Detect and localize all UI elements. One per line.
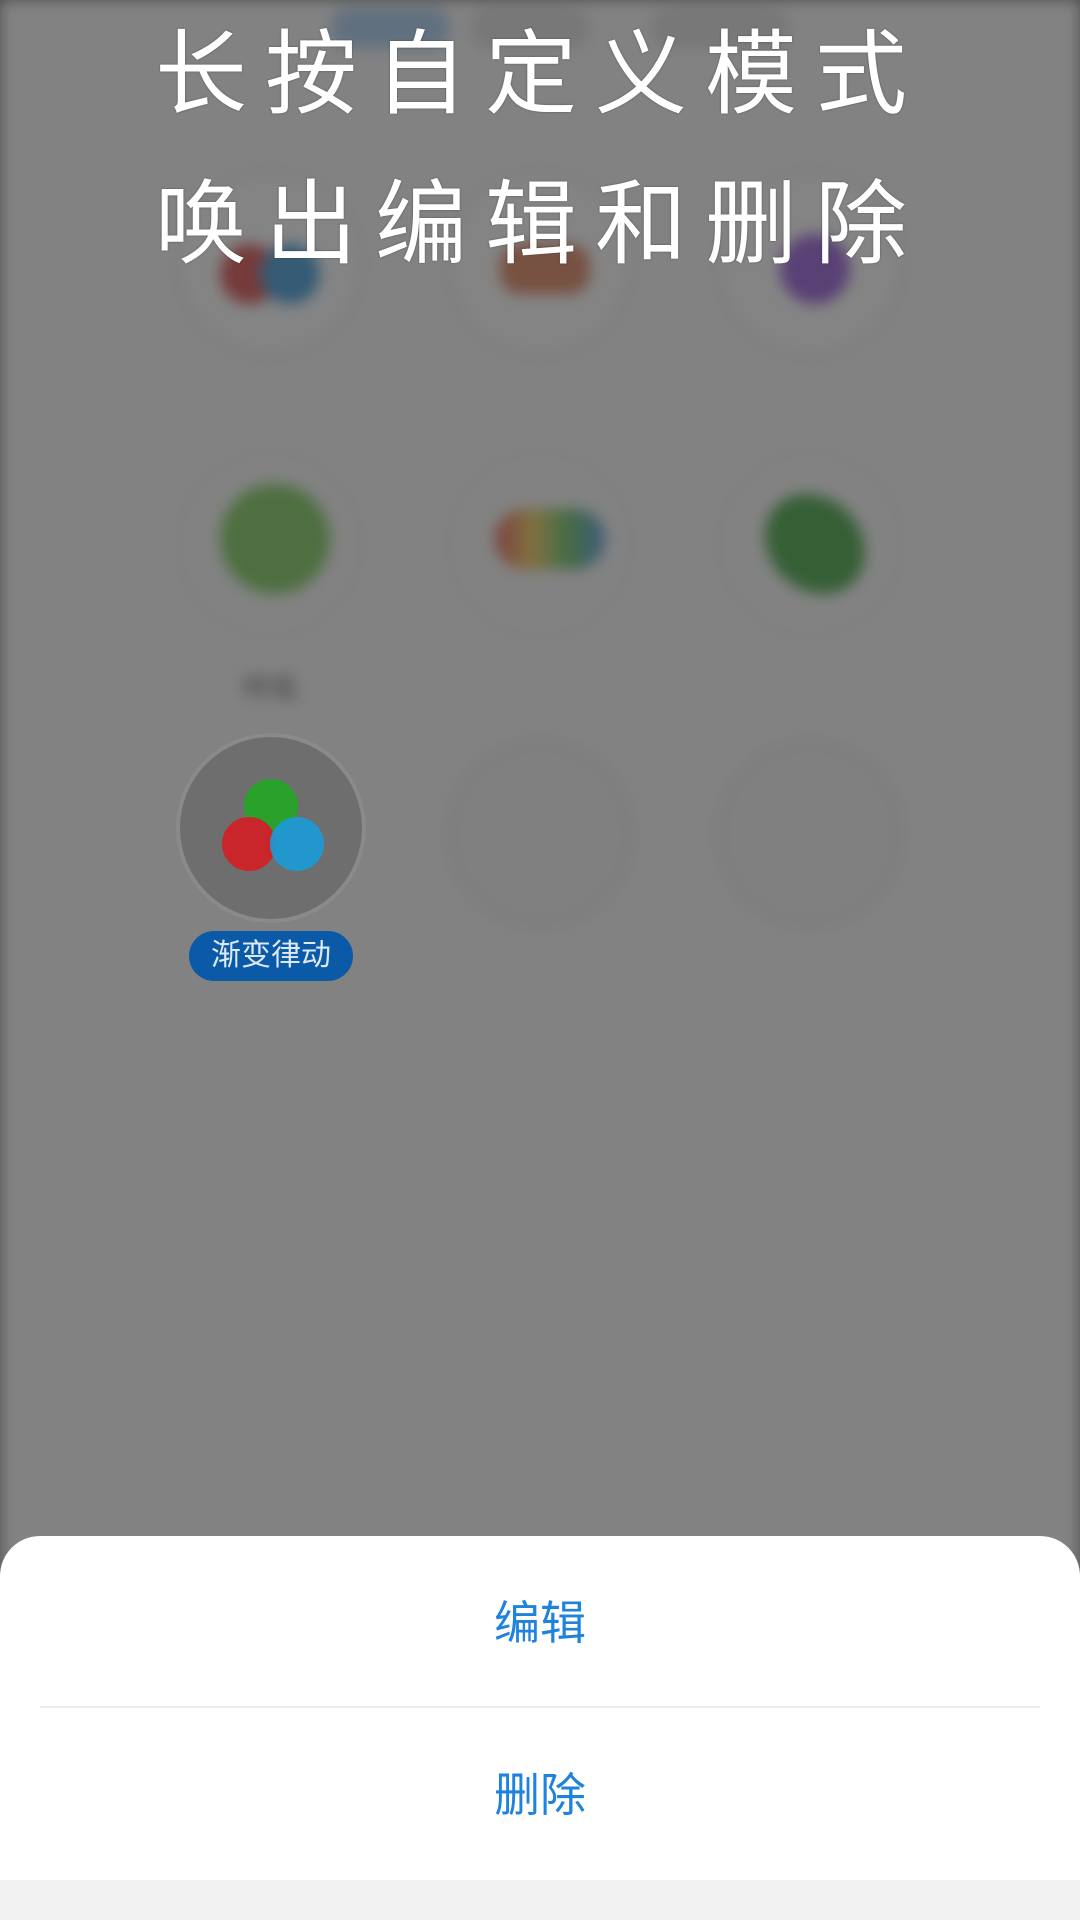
caption-line-2: 唤出编辑和删除 <box>154 171 925 278</box>
custom-mode-ring[interactable] <box>176 733 366 923</box>
custom-mode-tile[interactable]: 渐变律动 <box>171 733 371 981</box>
sheet-divider <box>40 1706 1040 1708</box>
bottom-bar <box>0 1880 1080 1920</box>
delete-button[interactable]: 删除 <box>0 1720 1080 1870</box>
action-sheet: 编辑 删除 <box>0 1536 1080 1920</box>
custom-mode-label: 渐变律动 <box>189 931 353 981</box>
blue-circle <box>270 817 324 871</box>
red-circle <box>222 817 276 871</box>
overlay-caption: 长按自定义模式 唤出编辑和删除 <box>0 0 1080 300</box>
edit-button[interactable]: 编辑 <box>0 1548 1080 1698</box>
caption-line-1: 长按自定义模式 <box>154 21 925 128</box>
